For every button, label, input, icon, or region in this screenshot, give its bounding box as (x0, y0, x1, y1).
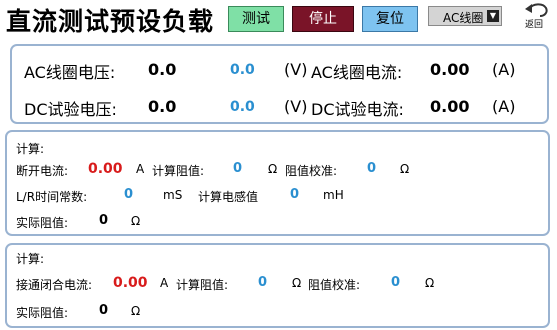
close-current-value: 0.00 (113, 275, 148, 291)
break-res-cal-unit: Ω (400, 162, 410, 176)
triangle-down-icon[interactable]: ▼ (487, 10, 499, 22)
coil-mode-value: AC线圈 (443, 11, 484, 25)
calc-ind-label: 计算电感值 (198, 190, 259, 204)
close-current-unit: A (160, 276, 169, 290)
dc-voltage-label: DC试验电压: (24, 100, 117, 119)
page-title: 直流测试预设负载 (6, 7, 215, 36)
break-current-unit: A (136, 162, 145, 176)
dc-voltage-value: 0.0 (148, 97, 177, 116)
break-res-cal-value[interactable]: 0 (367, 161, 376, 176)
close-actual-res-value: 0 (99, 303, 109, 318)
reset-button[interactable]: 复位 (362, 6, 418, 32)
back-label: 返回 (525, 20, 544, 30)
break-actual-res-value: 0 (99, 213, 109, 228)
break-current-value: 0.00 (88, 161, 123, 177)
close-actual-res-unit: Ω (131, 304, 141, 318)
stop-button[interactable]: 停止 (292, 6, 354, 32)
calc-ind-unit: mH (323, 188, 344, 202)
break-actual-res-unit: Ω (131, 214, 141, 228)
back-button[interactable]: 返回 (519, 0, 553, 30)
break-calc-res-value: 0 (233, 161, 243, 176)
dc-voltage-setpoint[interactable]: 0.0 (230, 99, 255, 115)
calc-ind-value: 0 (290, 187, 300, 202)
ac-voltage-setpoint[interactable]: 0.0 (230, 62, 255, 78)
coil-mode-select[interactable]: AC线圈 ▼ (428, 6, 502, 26)
break-res-cal-label: 阻值校准: (285, 164, 338, 178)
ac-voltage-unit: (V) (284, 60, 308, 79)
break-current-label: 断开电流: (16, 164, 69, 178)
dc-current-value: 0.00 (430, 97, 470, 116)
lr-value: 0 (124, 187, 134, 202)
close-res-cal-label: 阻值校准: (308, 278, 361, 292)
ac-current-value: 0.00 (430, 60, 470, 79)
ac-current-label: AC线圈电流: (311, 63, 403, 82)
dc-voltage-unit: (V) (284, 97, 308, 116)
dc-current-label: DC试验电流: (311, 100, 404, 119)
break-actual-res-label: 实际阻值: (16, 216, 69, 230)
close-current-label: 接通闭合电流: (16, 278, 93, 292)
break-calc-res-label: 计算阻值: (152, 164, 205, 178)
close-calc-res-unit: Ω (292, 276, 302, 290)
close-actual-res-label: 实际阻值: (16, 306, 69, 320)
close-res-cal-value[interactable]: 0 (391, 275, 400, 290)
lr-label: L/R时间常数: (16, 190, 88, 204)
ac-voltage-value: 0.0 (148, 60, 177, 79)
dc-current-unit: (A) (492, 97, 516, 116)
test-button[interactable]: 测试 (228, 6, 284, 32)
close-section-label: 计算: (16, 252, 45, 266)
break-section-label: 计算: (16, 142, 45, 156)
return-arrow-icon (525, 3, 548, 17)
break-calc-panel (5, 130, 550, 236)
close-calc-res-label: 计算阻值: (176, 278, 229, 292)
close-res-cal-unit: Ω (425, 276, 435, 290)
ac-current-unit: (A) (492, 60, 516, 79)
break-calc-res-unit: Ω (268, 162, 278, 176)
ac-voltage-label: AC线圈电压: (24, 63, 116, 82)
lr-unit: mS (163, 188, 183, 202)
close-calc-res-value: 0 (258, 275, 268, 290)
